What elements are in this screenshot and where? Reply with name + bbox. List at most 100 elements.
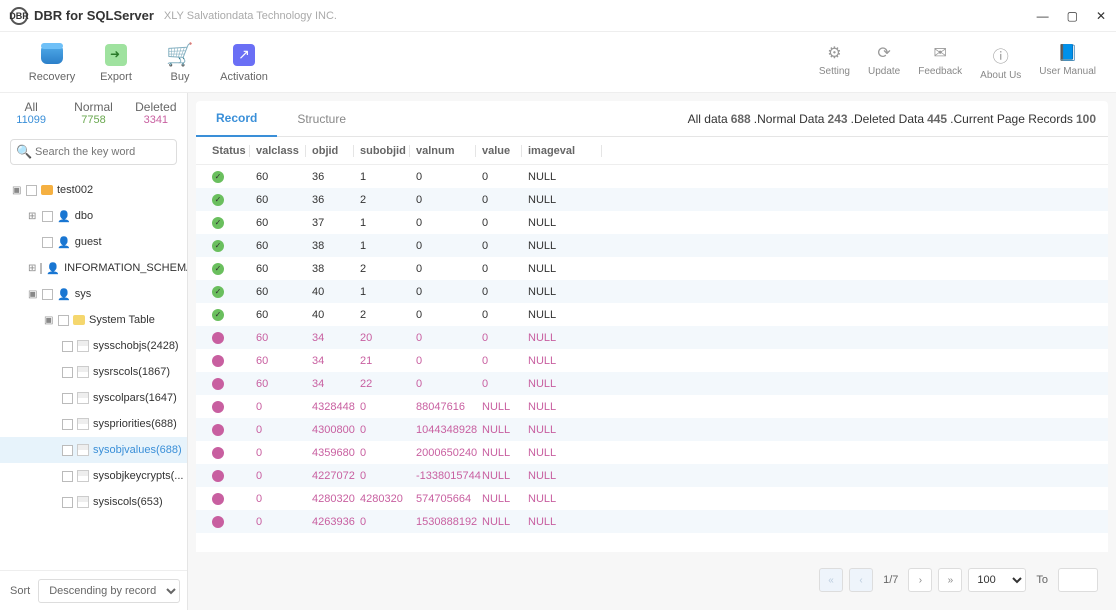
table-row[interactable]: ✓6036100NULL: [196, 165, 1108, 188]
table-row[interactable]: ×60342000NULL: [196, 326, 1108, 349]
table-row[interactable]: ✓6040200NULL: [196, 303, 1108, 326]
collapse-icon[interactable]: ▣: [28, 289, 38, 300]
checkbox[interactable]: [42, 211, 53, 222]
object-tree[interactable]: ▣test002 ⊞👤dbo 👤guest ⊞👤INFORMATION_SCHE…: [0, 171, 187, 570]
checkbox[interactable]: [62, 497, 73, 508]
table-row[interactable]: ×0426393601530888192NULLNULL: [196, 510, 1108, 533]
minimize-icon[interactable]: —: [1037, 9, 1049, 23]
export-button[interactable]: Export: [84, 42, 148, 83]
count-normal[interactable]: Normal7758: [62, 93, 124, 133]
buy-button[interactable]: 🛒Buy: [148, 42, 212, 83]
cell-value: 0: [476, 171, 522, 183]
cell-objid: 40: [306, 309, 354, 321]
close-icon[interactable]: ✕: [1096, 9, 1106, 23]
cell-valclass: 60: [250, 309, 306, 321]
grid-body[interactable]: ✓6036100NULL✓6036200NULL✓6037100NULL✓603…: [196, 165, 1108, 552]
page-next-button[interactable]: ›: [908, 568, 932, 592]
tree-item[interactable]: sysschobjs(2428): [0, 333, 187, 359]
checkbox[interactable]: [62, 367, 73, 378]
sort-bar: Sort Descending by record: [0, 570, 187, 610]
collapse-icon[interactable]: ▣: [44, 315, 54, 326]
table-row[interactable]: ×042270720-1338015744NULLNULL: [196, 464, 1108, 487]
cell-objid: 4227072: [306, 470, 354, 482]
recovery-button[interactable]: Recovery: [20, 42, 84, 83]
status-ok-icon: ✓: [212, 263, 224, 275]
table-row[interactable]: ×60342100NULL: [196, 349, 1108, 372]
tree-system-table[interactable]: ▣System Table: [0, 307, 187, 333]
tree-guest[interactable]: 👤guest: [0, 229, 187, 255]
table-row[interactable]: ×60342200NULL: [196, 372, 1108, 395]
checkbox[interactable]: [42, 289, 53, 300]
tree-information-schema[interactable]: ⊞👤INFORMATION_SCHEMA: [0, 255, 187, 281]
cell-valclass: 0: [250, 447, 306, 459]
goto-input[interactable]: [1058, 568, 1098, 592]
cell-imageval: NULL: [522, 424, 602, 436]
expand-icon[interactable]: ⊞: [28, 211, 38, 222]
count-deleted[interactable]: Deleted3341: [125, 93, 187, 133]
col-value[interactable]: value: [476, 145, 522, 157]
count-all[interactable]: All11099: [0, 93, 62, 133]
setting-button[interactable]: ⚙Setting: [819, 43, 850, 81]
tree-item[interactable]: sysrscols(1867): [0, 359, 187, 385]
table-row[interactable]: ×0430080001044348928NULLNULL: [196, 418, 1108, 441]
col-valclass[interactable]: valclass: [250, 145, 306, 157]
tree-item[interactable]: sysobjkeycrypts(...: [0, 463, 187, 489]
table-row[interactable]: ×0435968002000650240NULLNULL: [196, 441, 1108, 464]
maximize-icon[interactable]: ▢: [1067, 9, 1078, 23]
cell-valclass: 0: [250, 493, 306, 505]
search-icon: 🔍: [16, 144, 32, 160]
col-objid[interactable]: objid: [306, 145, 354, 157]
tree-dbo[interactable]: ⊞👤dbo: [0, 203, 187, 229]
about-button[interactable]: ⓘAbout Us: [980, 43, 1021, 81]
checkbox[interactable]: [40, 263, 42, 274]
update-button[interactable]: ⟳Update: [868, 43, 900, 81]
cell-subobjid: 0: [354, 470, 410, 482]
checkbox[interactable]: [26, 185, 37, 196]
feedback-button[interactable]: ✉Feedback: [918, 43, 962, 81]
tree-item-selected[interactable]: sysobjvalues(688): [0, 437, 187, 463]
folder-icon: [73, 315, 85, 325]
col-subobjid[interactable]: subobjid: [354, 145, 410, 157]
manual-button[interactable]: 📘User Manual: [1039, 43, 1096, 81]
table-row[interactable]: ✓6036200NULL: [196, 188, 1108, 211]
app-logo-icon: DBR: [10, 7, 28, 25]
col-valnum[interactable]: valnum: [410, 145, 476, 157]
page-prev-button[interactable]: ‹: [849, 568, 873, 592]
user-icon: 👤: [57, 236, 71, 249]
checkbox[interactable]: [62, 471, 73, 482]
table-row[interactable]: ×042803204280320574705664NULLNULL: [196, 487, 1108, 510]
tree-item[interactable]: syscolpars(1647): [0, 385, 187, 411]
tree-item[interactable]: syspriorities(688): [0, 411, 187, 437]
cell-valclass: 60: [250, 240, 306, 252]
table-row[interactable]: ✓6038100NULL: [196, 234, 1108, 257]
sort-label: Sort: [10, 585, 30, 597]
activation-button[interactable]: ↗Activation: [212, 42, 276, 83]
page-first-button[interactable]: «: [819, 568, 843, 592]
cell-valnum: 0: [410, 309, 476, 321]
table-row[interactable]: ✓6037100NULL: [196, 211, 1108, 234]
expand-icon[interactable]: ⊞: [28, 263, 36, 274]
tree-sys[interactable]: ▣👤sys: [0, 281, 187, 307]
checkbox[interactable]: [62, 341, 73, 352]
table-row[interactable]: ×04328448088047616NULLNULL: [196, 395, 1108, 418]
sort-select[interactable]: Descending by record: [38, 579, 180, 603]
vendor-name: XLY Salvationdata Technology INC.: [164, 10, 337, 22]
checkbox[interactable]: [62, 445, 73, 456]
collapse-icon[interactable]: ▣: [12, 185, 22, 196]
tree-db[interactable]: ▣test002: [0, 177, 187, 203]
checkbox[interactable]: [62, 419, 73, 430]
table-row[interactable]: ✓6038200NULL: [196, 257, 1108, 280]
col-imageval[interactable]: imageval: [522, 145, 602, 157]
table-row[interactable]: ✓6040100NULL: [196, 280, 1108, 303]
checkbox[interactable]: [58, 315, 69, 326]
page-size-select[interactable]: 100: [968, 568, 1026, 592]
checkbox[interactable]: [62, 393, 73, 404]
tree-item[interactable]: sysiscols(653): [0, 489, 187, 515]
tab-record[interactable]: Record: [196, 101, 277, 137]
page-last-button[interactable]: »: [938, 568, 962, 592]
cell-valnum: 0: [410, 194, 476, 206]
search-input[interactable]: [10, 139, 177, 165]
tab-structure[interactable]: Structure: [277, 101, 366, 137]
checkbox[interactable]: [42, 237, 53, 248]
col-status[interactable]: Status: [206, 145, 250, 157]
